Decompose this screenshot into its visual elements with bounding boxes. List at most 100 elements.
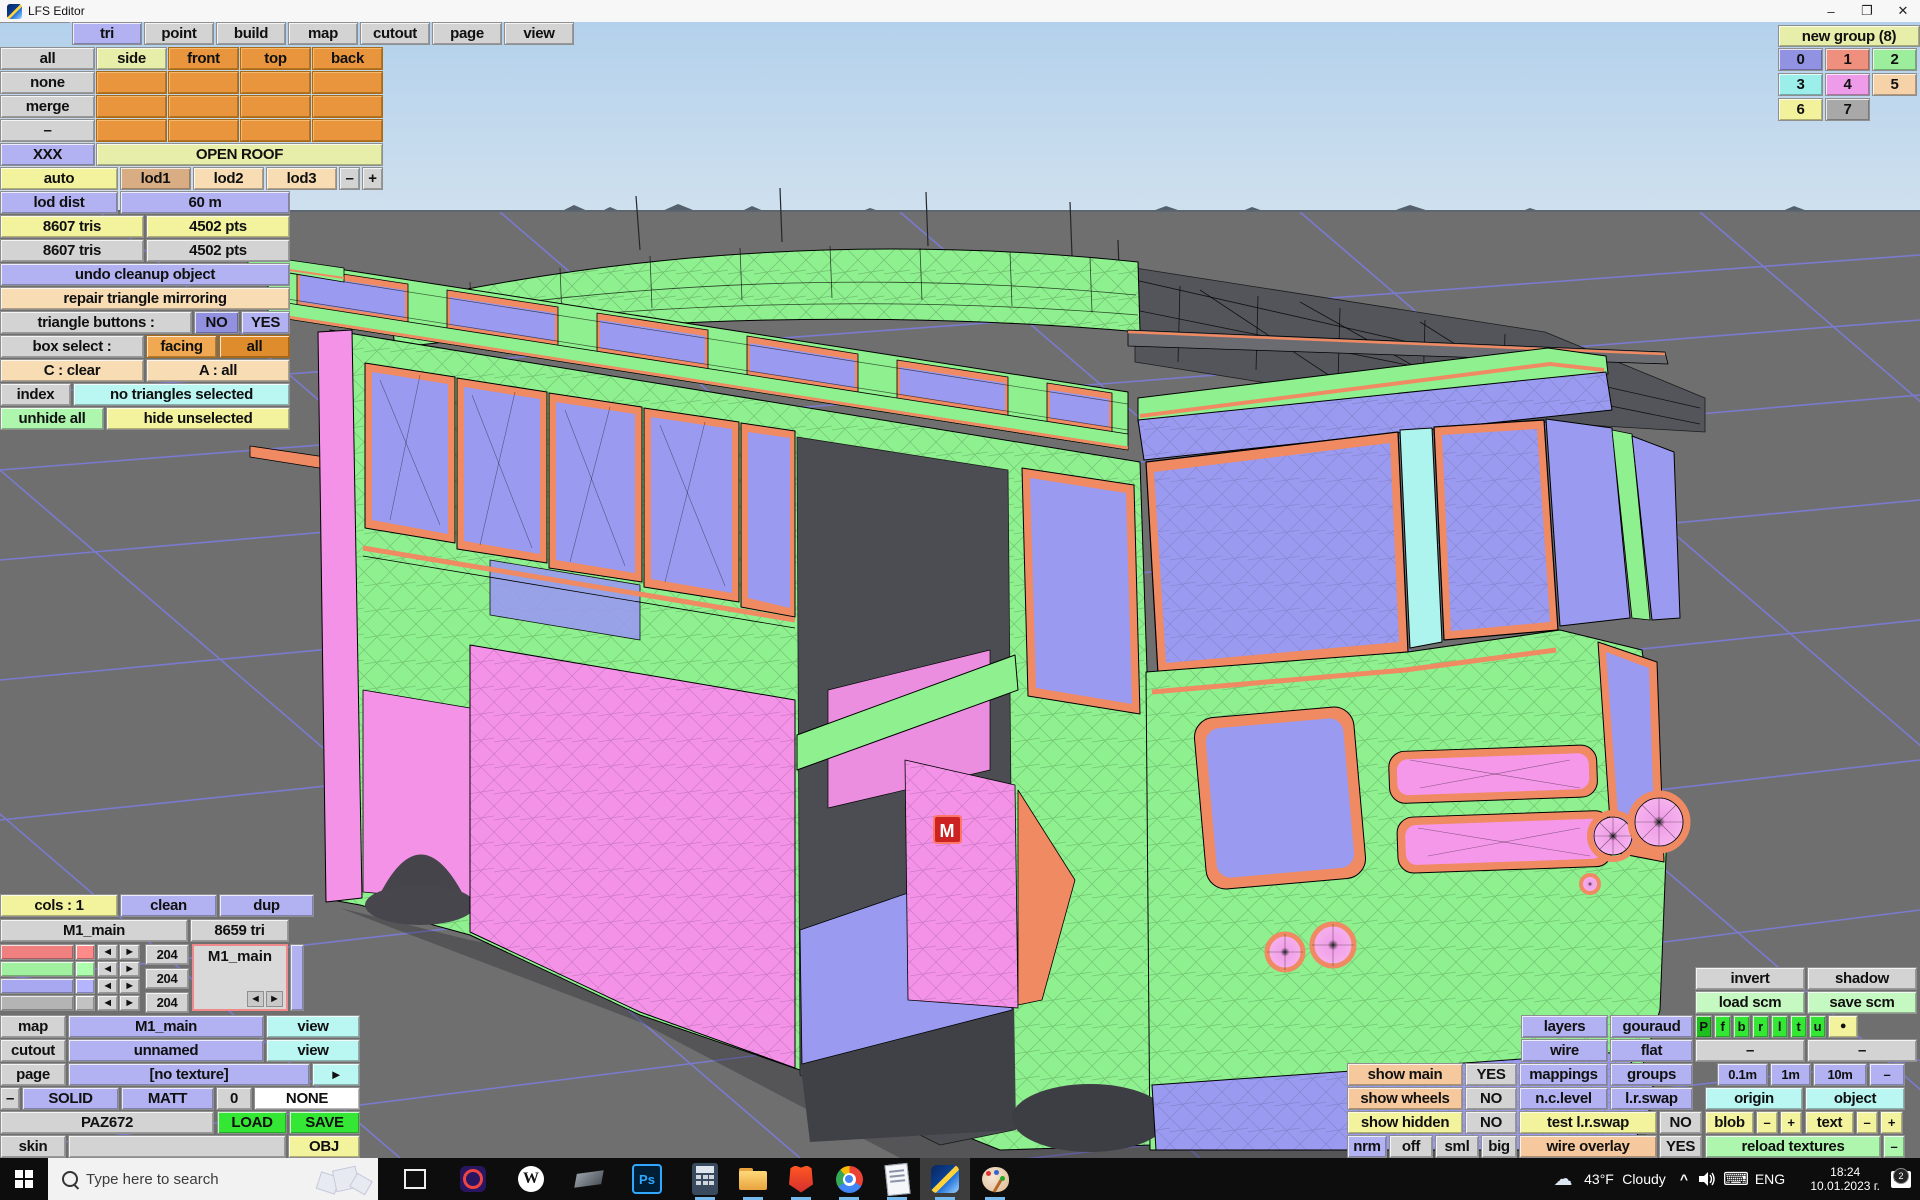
show-wheels-toggle[interactable]: NO <box>1465 1087 1517 1110</box>
lod-1[interactable]: lod1 <box>120 167 191 190</box>
save-scm-button[interactable]: save scm <box>1807 991 1917 1014</box>
box-select-facing[interactable]: facing <box>146 335 217 358</box>
group-4[interactable]: 4 <box>1825 73 1870 96</box>
material-minus[interactable]: – <box>0 1087 20 1110</box>
show-hidden-toggle[interactable]: NO <box>1465 1111 1517 1134</box>
swatch-green-left-arrow[interactable]: ◄ <box>97 961 118 977</box>
swatch-green[interactable] <box>0 961 74 977</box>
grid-cell[interactable] <box>168 95 239 118</box>
dash-button-1[interactable]: – <box>1695 1039 1805 1062</box>
paint-button[interactable] <box>972 1158 1018 1200</box>
repair-mirroring-button[interactable]: repair triangle mirroring <box>0 287 290 310</box>
grid-cell[interactable] <box>96 95 167 118</box>
grid-cell[interactable] <box>168 71 239 94</box>
grid-01m-button[interactable]: 0.1m <box>1717 1063 1768 1086</box>
tray-chevron-icon[interactable]: ^ <box>1672 1158 1696 1200</box>
dup-button[interactable]: dup <box>219 894 314 917</box>
text-button[interactable]: text <box>1805 1111 1854 1134</box>
nrm-sml-button[interactable]: sml <box>1435 1135 1479 1158</box>
notification-button[interactable]: 2 <box>1882 1158 1920 1200</box>
cols-count[interactable]: cols : 1 <box>0 894 118 917</box>
test-lr-swap-button[interactable]: test l.r.swap <box>1519 1111 1657 1134</box>
channel-t[interactable]: t <box>1790 1015 1807 1038</box>
show-wheels-label[interactable]: show wheels <box>1347 1087 1463 1110</box>
wire-overlay-toggle[interactable]: YES <box>1659 1135 1702 1158</box>
swatch-purple-left-arrow[interactable]: ◄ <box>97 978 118 994</box>
invert-button[interactable]: invert <box>1695 967 1805 990</box>
rgb-r-value[interactable]: 204 <box>145 944 189 965</box>
material-scrollbar[interactable] <box>290 944 304 1011</box>
select-none[interactable]: none <box>0 71 95 94</box>
skin-label[interactable]: skin <box>0 1135 66 1158</box>
menu-point[interactable]: point <box>144 22 214 45</box>
clock[interactable]: 18:24 10.01.2023 г. <box>1810 1158 1880 1200</box>
swatch-purple-right-arrow[interactable]: ► <box>119 978 140 994</box>
menu-view[interactable]: view <box>504 22 574 45</box>
rgb-b-value[interactable]: 204 <box>145 992 189 1013</box>
lfs-editor-taskbar-button[interactable] <box>920 1158 970 1200</box>
grid-1m-button[interactable]: 1m <box>1770 1063 1811 1086</box>
menu-build[interactable]: build <box>216 22 286 45</box>
grid-cell[interactable] <box>168 119 239 142</box>
grid-cell[interactable] <box>312 119 383 142</box>
triangle-buttons-yes[interactable]: YES <box>241 311 290 334</box>
object-button[interactable]: object <box>1805 1087 1905 1110</box>
photoshop-button[interactable]: Ps <box>624 1158 670 1200</box>
group-6[interactable]: 6 <box>1778 98 1823 121</box>
group-2[interactable]: 2 <box>1872 48 1917 71</box>
calculator-button[interactable] <box>682 1158 728 1200</box>
page-label[interactable]: page <box>0 1063 66 1086</box>
search-input[interactable]: Type here to search <box>48 1158 378 1200</box>
channel-r[interactable]: r <box>1752 1015 1769 1038</box>
view-front[interactable]: front <box>168 47 239 70</box>
triangle-buttons-no[interactable]: NO <box>194 311 239 334</box>
select-all-button[interactable]: A : all <box>146 359 290 382</box>
load-scm-button[interactable]: load scm <box>1695 991 1805 1014</box>
brave-button[interactable] <box>778 1158 824 1200</box>
menu-page[interactable]: page <box>432 22 502 45</box>
grid-cell[interactable] <box>96 71 167 94</box>
lod-dist-label[interactable]: lod dist <box>0 191 118 214</box>
view-back[interactable]: back <box>312 47 383 70</box>
rgb-g-value[interactable]: 204 <box>145 968 189 989</box>
grid-10m-button[interactable]: 10m <box>1813 1063 1867 1086</box>
menu-tri[interactable]: tri <box>72 22 142 45</box>
lod-3[interactable]: lod3 <box>266 167 337 190</box>
group-3[interactable]: 3 <box>1778 73 1823 96</box>
blob-plus[interactable]: + <box>1780 1111 1802 1134</box>
blob-button[interactable]: blob <box>1705 1111 1754 1134</box>
lod-2[interactable]: lod2 <box>193 167 264 190</box>
solid-button[interactable]: SOLID <box>22 1087 119 1110</box>
test-lr-swap-toggle[interactable]: NO <box>1659 1111 1702 1134</box>
swatch-red-left-arrow[interactable]: ◄ <box>97 944 118 960</box>
channel-l[interactable]: l <box>1771 1015 1788 1038</box>
swatch-red-end[interactable] <box>75 944 95 960</box>
map-value[interactable]: M1_main <box>68 1015 264 1038</box>
page-next-arrow[interactable]: ► <box>312 1063 360 1086</box>
cutout-value[interactable]: unnamed <box>68 1039 264 1062</box>
swatch-green-end[interactable] <box>75 961 95 977</box>
swatch-gray-left-arrow[interactable]: ◄ <box>97 995 118 1011</box>
language-indicator[interactable]: ENG <box>1752 1158 1788 1200</box>
cutout-label[interactable]: cutout <box>0 1039 66 1062</box>
groups-button[interactable]: groups <box>1610 1063 1693 1086</box>
page-value[interactable]: [no texture] <box>68 1063 310 1086</box>
nrm-button[interactable]: nrm <box>1347 1135 1387 1158</box>
swatch-green-right-arrow[interactable]: ► <box>119 961 140 977</box>
select-xxx[interactable]: XXX <box>0 143 95 166</box>
lod-auto[interactable]: auto <box>0 167 118 190</box>
map-view-button[interactable]: view <box>266 1015 360 1038</box>
grid-cell[interactable] <box>312 71 383 94</box>
open-roof-button[interactable]: OPEN ROOF <box>96 143 383 166</box>
blob-minus[interactable]: – <box>1756 1111 1778 1134</box>
group-7[interactable]: 7 <box>1825 98 1870 121</box>
swatch-gray-end[interactable] <box>75 995 95 1011</box>
group-0[interactable]: 0 <box>1778 48 1823 71</box>
volume-icon[interactable] <box>1694 1158 1722 1200</box>
wiki-app-button[interactable]: W <box>508 1158 554 1200</box>
groove-app-button[interactable] <box>450 1158 496 1200</box>
close-button[interactable]: ✕ <box>1886 0 1920 22</box>
chrome-button[interactable] <box>826 1158 872 1200</box>
nc-level-button[interactable]: n.c.level <box>1519 1087 1608 1110</box>
save-button[interactable]: SAVE <box>289 1111 360 1134</box>
